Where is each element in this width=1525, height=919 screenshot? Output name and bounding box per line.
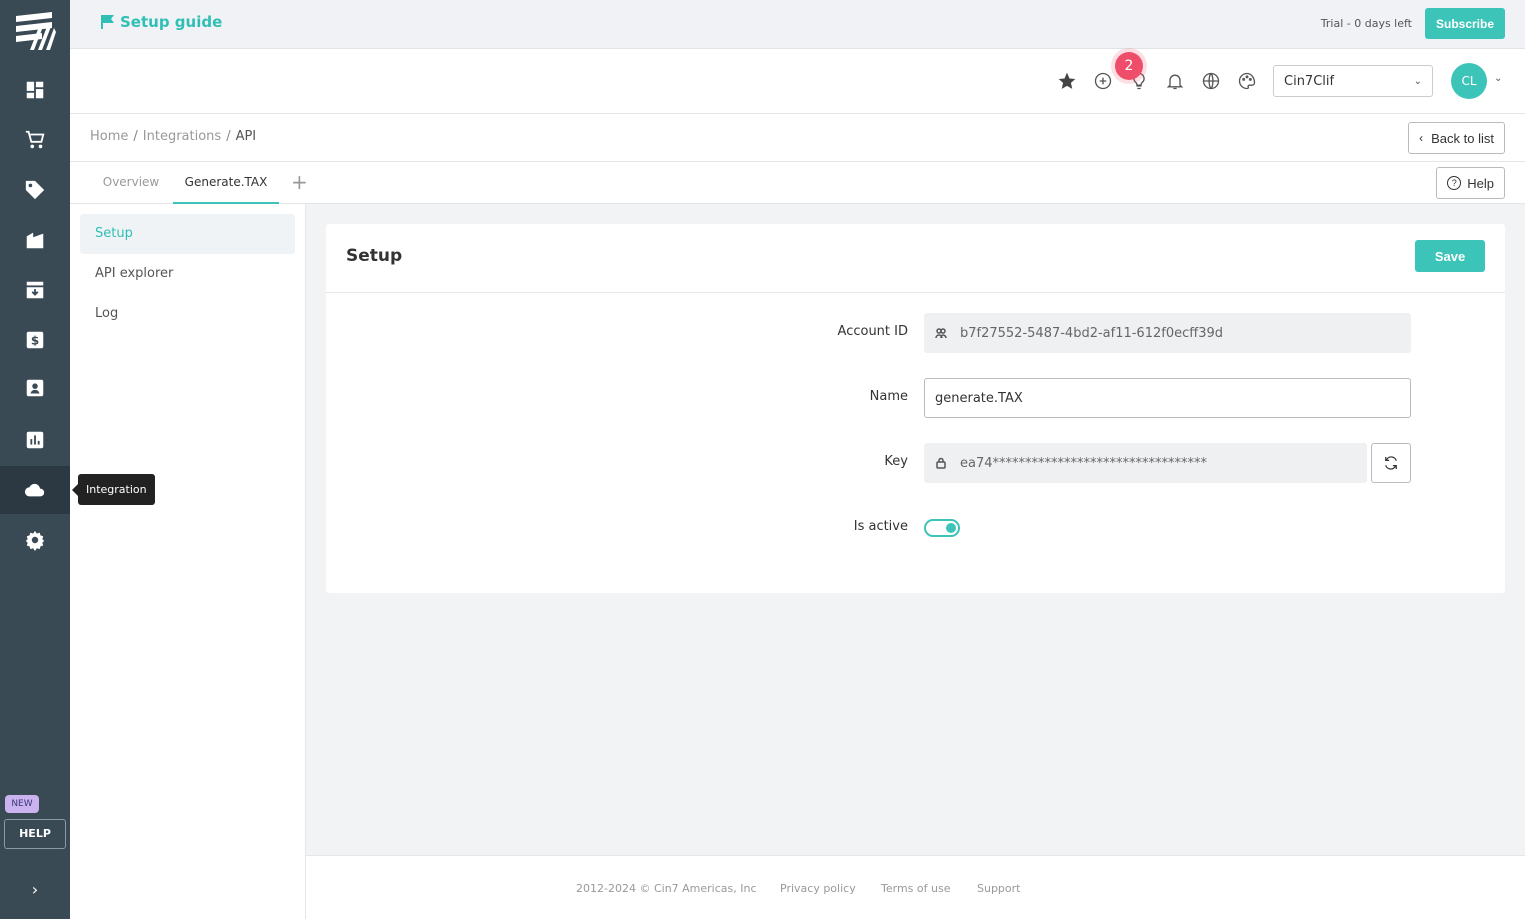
svg-text:$: $ [31, 334, 39, 348]
account-id-value: b7f27552-5487-4bd2-af11-612f0ecff39d [960, 325, 1223, 341]
app-logo-icon[interactable] [12, 10, 58, 54]
main-header: 2 Cin7Clif ⌄ CL ⌄ [70, 49, 1525, 114]
name-row: Name generate.TAX [326, 378, 1505, 418]
help-question-icon: ? [1447, 176, 1462, 190]
breadcrumb-current: API [235, 129, 257, 144]
globe-icon[interactable] [1201, 71, 1221, 91]
setup-guide-link[interactable]: Setup guide [100, 13, 222, 31]
add-circle-icon[interactable] [1093, 71, 1113, 91]
tab-generate-tax[interactable]: Generate.TAX [173, 162, 279, 204]
integration-tooltip: Integration [72, 474, 155, 505]
refresh-icon [1385, 456, 1397, 470]
subnav-item-setup[interactable]: Setup [80, 214, 295, 254]
subscribe-button[interactable]: Subscribe [1425, 8, 1505, 39]
breadcrumb-bar: Home / Integrations / API ‹ Back to list [70, 114, 1525, 162]
setup-card-header: Setup Save [326, 224, 1505, 293]
top-strip: Setup guide Trial - 0 days left Subscrib… [70, 0, 1525, 49]
regenerate-key-button[interactable] [1371, 443, 1411, 483]
account-id-row: Account ID b7f27552-5487-4bd2-af11-612f0… [326, 313, 1505, 353]
toggle-knob [946, 523, 956, 533]
dollar-icon[interactable]: $ [0, 316, 70, 364]
footer-terms-link[interactable]: Terms of use [881, 882, 950, 895]
flag-icon [101, 15, 114, 29]
help-label: Help [1467, 175, 1494, 191]
name-input[interactable]: generate.TAX [924, 378, 1411, 418]
section-subnav: Setup API explorer Log [70, 204, 306, 919]
report-chart-icon[interactable] [0, 416, 70, 464]
setup-card: Setup Save Account ID b7f27552-5487-4bd2… [326, 224, 1505, 593]
notification-count-badge: 2 [1115, 52, 1143, 80]
key-value: ea74********************************* [960, 455, 1208, 471]
tab-bar: Overview Generate.TAX + ? Help [70, 162, 1525, 204]
key-label: Key [884, 454, 908, 469]
chevron-left-icon: ‹ [1419, 131, 1424, 145]
footer-copyright: 2012-2024 © Cin7 Americas, Inc [576, 882, 757, 895]
avatar-chevron-down-icon[interactable]: ⌄ [1494, 73, 1502, 84]
account-id-label: Account ID [837, 324, 908, 339]
palette-icon[interactable] [1237, 71, 1257, 91]
inbox-icon[interactable] [0, 266, 70, 314]
contact-icon[interactable] [0, 364, 70, 412]
footer-privacy-link[interactable]: Privacy policy [780, 882, 856, 895]
is-active-row: Is active [326, 508, 1505, 548]
back-to-list-label: Back to list [1431, 130, 1494, 146]
back-to-list-button[interactable]: ‹ Back to list [1408, 122, 1505, 154]
subnav-item-log[interactable]: Log [80, 294, 295, 334]
bell-icon[interactable] [1165, 71, 1185, 91]
is-active-toggle[interactable] [924, 519, 960, 537]
help-button[interactable]: ? Help [1436, 167, 1505, 199]
dashboard-icon[interactable] [0, 66, 70, 114]
favorite-star-icon[interactable] [1057, 71, 1077, 91]
company-select-value: Cin7Clif [1284, 73, 1335, 89]
chevron-down-icon: ⌄ [1413, 75, 1422, 87]
rail-help-button[interactable]: HELP [4, 819, 66, 849]
tag-icon[interactable] [0, 166, 70, 214]
expand-chevron-icon[interactable]: › [25, 878, 45, 902]
settings-gear-icon[interactable] [0, 516, 70, 564]
new-badge: NEW [5, 795, 39, 813]
lock-icon [934, 456, 948, 470]
breadcrumb: Home / Integrations / API [90, 129, 257, 144]
add-tab-icon[interactable]: + [291, 170, 308, 194]
footer: 2012-2024 © Cin7 Americas, Inc Privacy p… [306, 855, 1525, 919]
factory-icon[interactable] [0, 216, 70, 264]
setup-guide-label: Setup guide [120, 13, 223, 31]
subnav-item-api-explorer[interactable]: API explorer [80, 254, 295, 294]
key-row: Key ea74********************************… [326, 443, 1505, 483]
name-label: Name [869, 389, 908, 404]
footer-support-link[interactable]: Support [977, 882, 1020, 895]
cart-icon[interactable] [0, 116, 70, 164]
users-icon [934, 326, 948, 340]
save-button[interactable]: Save [1415, 240, 1485, 272]
left-rail: $ NEW HELP › [0, 0, 70, 919]
company-select[interactable]: Cin7Clif ⌄ [1273, 65, 1433, 97]
trial-status: Trial - 0 days left [1320, 17, 1412, 30]
page-title: Setup [346, 246, 403, 266]
breadcrumb-integrations[interactable]: Integrations [143, 129, 221, 144]
tab-overview[interactable]: Overview [90, 162, 172, 204]
breadcrumb-home[interactable]: Home [90, 129, 128, 144]
account-id-field: b7f27552-5487-4bd2-af11-612f0ecff39d [924, 313, 1411, 353]
avatar[interactable]: CL [1451, 63, 1487, 99]
key-field: ea74********************************* [924, 443, 1367, 483]
integration-cloud-icon[interactable] [0, 466, 70, 514]
is-active-label: Is active [853, 519, 908, 534]
